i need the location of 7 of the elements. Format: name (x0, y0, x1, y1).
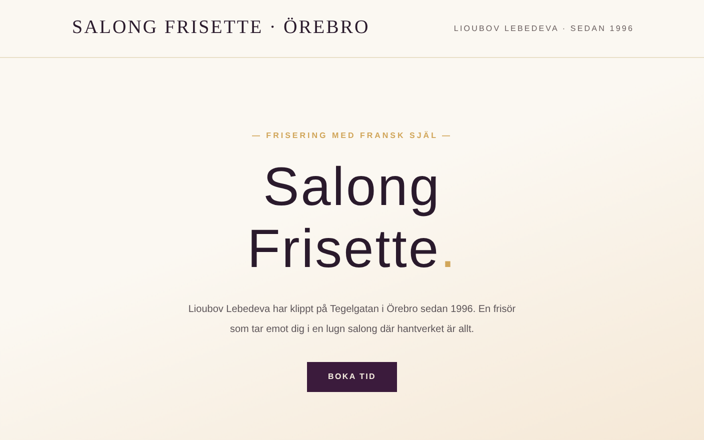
book-button[interactable]: BOKA TID (307, 362, 397, 392)
hero-title-line: Frisette. (247, 218, 457, 280)
eyebrow-text: — FRISERING MED FRANSK SJÄL — (252, 130, 452, 142)
intro-paragraph: Lioubov Lebedeva har klippt på Tegelgatan i Örebro sedan 1996. En frisör som tar emot dig i en lugn salong där hantverket är allt. (187, 302, 517, 337)
hero-title-line: Salong (263, 156, 441, 218)
header-tagline: LIOUBOV LEBEDEVA · SEDAN 1996 (454, 22, 634, 34)
brand-name[interactable]: SALONG FRISETTE · ÖREBRO (72, 14, 370, 43)
